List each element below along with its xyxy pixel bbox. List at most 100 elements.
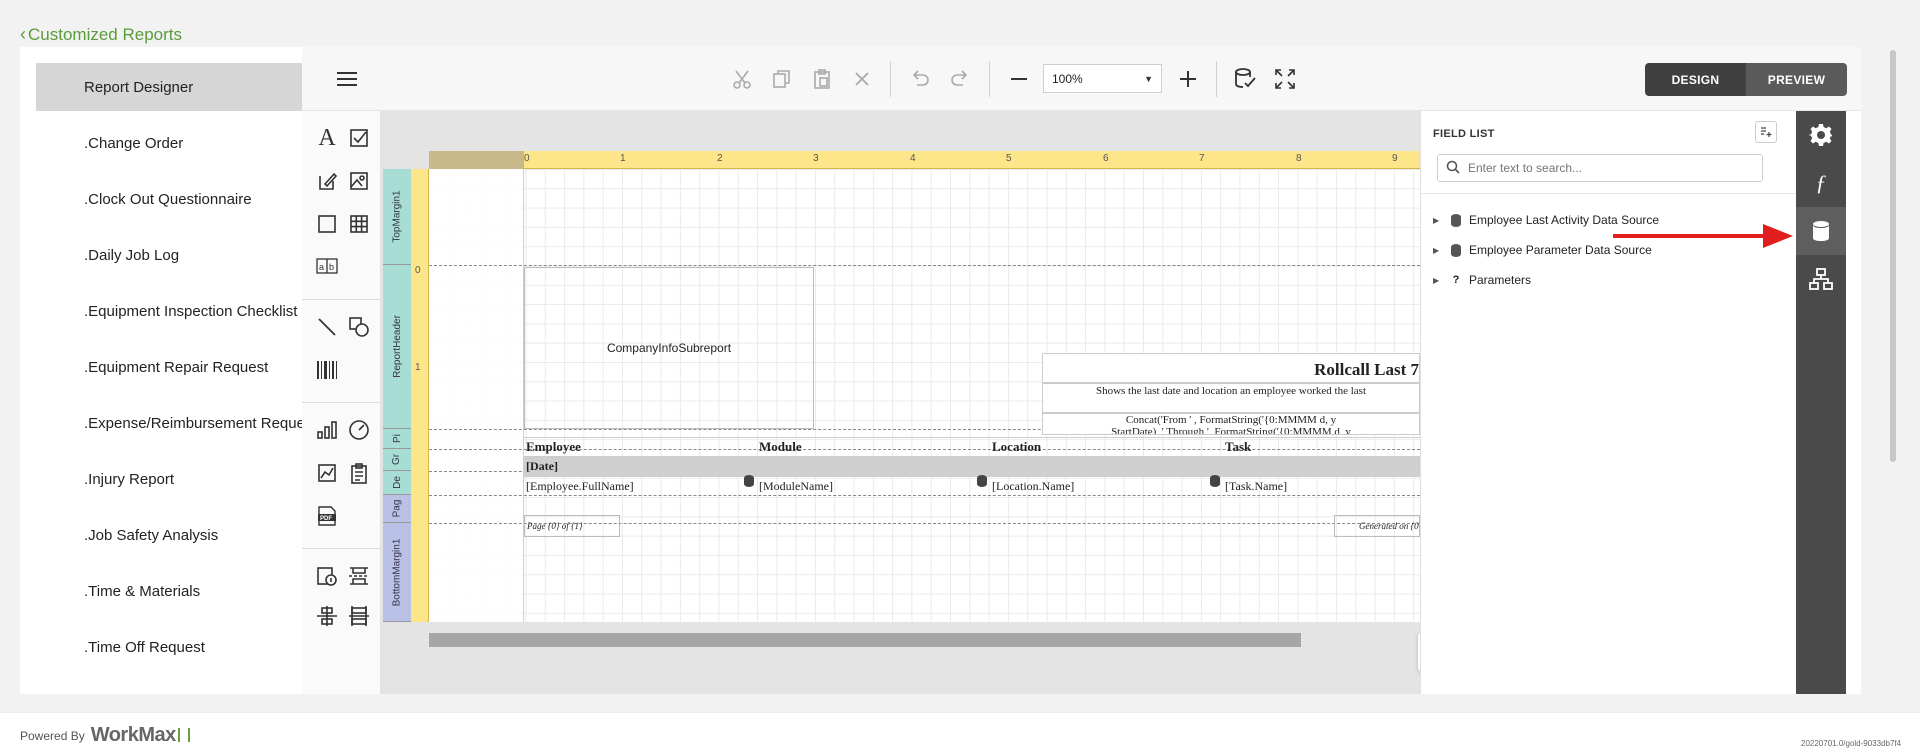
header-employee[interactable]: Employee [526, 439, 581, 455]
sidebar-item-equipment-inspection-checklist[interactable]: .Equipment Inspection Checklist [36, 287, 302, 335]
cut-icon[interactable] [728, 65, 756, 93]
ruler-tick-label: 5 [1006, 153, 1012, 164]
table-tool-icon[interactable] [344, 209, 374, 239]
page-info-label[interactable]: Page {0} of {1} [524, 515, 620, 537]
tree-node-parameters[interactable]: ▶ ? Parameters [1433, 273, 1531, 287]
redo-icon[interactable] [946, 65, 974, 93]
preview-mode-button[interactable]: PREVIEW [1746, 63, 1847, 96]
design-surface[interactable]: 0 1 2 3 4 5 6 7 8 9 TopMargin1 ReportHea… [381, 111, 1420, 694]
zoom-select[interactable]: 100% ▼ [1043, 64, 1162, 93]
sidebar-item-label: .Time Off Request [84, 638, 205, 656]
band-report-header[interactable]: ReportHeader [383, 265, 411, 429]
detail-task-field[interactable]: [Task.Name] [1225, 479, 1287, 494]
detail-location-field[interactable]: [Location.Name] [992, 479, 1074, 494]
band-detail[interactable]: De [383, 471, 411, 495]
sidebar-item-job-safety-analysis[interactable]: .Job Safety Analysis [36, 511, 302, 559]
add-data-source-icon[interactable] [1755, 121, 1777, 143]
sidebar-item-change-order[interactable]: .Change Order [36, 119, 302, 167]
page-scrollbar[interactable] [1890, 50, 1896, 462]
barcode-tool-icon[interactable] [312, 355, 342, 385]
undo-icon[interactable] [906, 65, 934, 93]
chart-tool-icon[interactable] [312, 415, 342, 445]
band-group-header[interactable]: Gr [383, 449, 411, 471]
report-description-label[interactable]: Shows the last date and location an empl… [1042, 383, 1420, 413]
page-break-tool-icon[interactable] [344, 561, 374, 591]
band-label-text: De [391, 476, 403, 489]
tree-node-label: Parameters [1469, 273, 1532, 287]
sidebar-item-time-off-request[interactable]: .Time Off Request [36, 623, 302, 671]
sidebar-item-expense-reimbursement-request[interactable]: .Expense/Reimbursement Request [36, 399, 302, 447]
back-link-label: Customized Reports [28, 24, 183, 44]
field-search-input[interactable] [1468, 161, 1748, 175]
function-icon[interactable]: ƒ [1796, 159, 1846, 207]
report-title-label[interactable]: Rollcall Last 7 [1042, 353, 1420, 383]
checkbox-tool-icon[interactable] [344, 123, 374, 153]
sidebar-item-report-designer[interactable]: Report Designer [36, 63, 302, 111]
binding-database-icon [1210, 475, 1220, 487]
sidebar-item-label: .Job Safety Analysis [84, 526, 219, 544]
red-arrow-annotation [1613, 224, 1793, 248]
cross-band-box-tool-icon[interactable] [344, 601, 374, 631]
expand-triangle-icon[interactable]: ▶ [1433, 276, 1443, 285]
expand-triangle-icon[interactable]: ▶ [1433, 216, 1443, 225]
line-tool-icon[interactable] [312, 312, 342, 342]
paste-icon[interactable] [808, 65, 836, 93]
header-module[interactable]: Module [759, 439, 802, 455]
back-to-customized-reports-link[interactable]: ‹ Customized Reports [20, 24, 182, 45]
rich-text-tool-icon[interactable] [312, 166, 342, 196]
band-page-header[interactable]: Pi [383, 429, 411, 449]
label-tool-icon[interactable]: A [312, 123, 342, 153]
validate-bindings-icon[interactable] [1231, 65, 1259, 93]
cross-band-line-tool-icon[interactable] [312, 601, 342, 631]
field-search-box[interactable] [1437, 154, 1763, 182]
toolbar-separator [1216, 61, 1217, 97]
delete-icon[interactable] [848, 65, 876, 93]
database-icon [1451, 243, 1461, 257]
zoom-in-icon[interactable] [1174, 65, 1202, 93]
gauge-tool-icon[interactable] [344, 415, 374, 445]
group-date-field[interactable]: [Date] [526, 459, 558, 474]
hierarchy-icon[interactable] [1796, 255, 1846, 303]
page-info-tool-icon[interactable] [312, 561, 342, 591]
generated-on-label[interactable]: Generated on {0 [1334, 515, 1420, 537]
sidebar-item-label: .Equipment Inspection Checklist [84, 302, 298, 320]
database-icon[interactable] [1796, 207, 1846, 255]
detail-module-field[interactable]: [ModuleName] [759, 479, 833, 494]
band-bottom-margin[interactable]: BottomMargin1 [383, 523, 411, 622]
report-page[interactable]: CompanyInfoSubreport Rollcall Last 7 Sho… [429, 169, 1420, 622]
horizontal-scrollbar[interactable] [429, 633, 1301, 647]
band-page-footer[interactable]: Pag [383, 495, 411, 523]
shape-tool-icon[interactable] [344, 312, 374, 342]
company-info-subreport[interactable]: CompanyInfoSubreport [524, 267, 814, 429]
field-list-panel: FIELD LIST ▶ Employee Last Activity Data… [1420, 111, 1797, 694]
header-task[interactable]: Task [1225, 439, 1251, 455]
detail-employee-field[interactable]: [Employee.FullName] [526, 479, 634, 494]
band-top-margin[interactable]: TopMargin1 [383, 169, 411, 265]
picture-tool-icon[interactable] [344, 166, 374, 196]
hamburger-menu-icon[interactable] [333, 65, 361, 93]
sidebar-item-equipment-repair-request[interactable]: .Equipment Repair Request [36, 343, 302, 391]
sidebar-item-daily-job-log[interactable]: .Daily Job Log [36, 231, 302, 279]
horizontal-ruler: 0 1 2 3 4 5 6 7 8 9 [429, 151, 1420, 169]
date-range-expression-label[interactable]: Concat('From ' , FormatString('{0:MMMM d… [1042, 413, 1420, 435]
binding-database-icon [744, 475, 754, 487]
properties-rail: ƒ [1796, 111, 1846, 694]
fullscreen-icon[interactable] [1271, 65, 1299, 93]
sidebar-item-clock-out-questionnaire[interactable]: .Clock Out Questionnaire [36, 175, 302, 223]
character-comb-tool-icon[interactable]: ab [312, 251, 342, 281]
sidebar-item-injury-report[interactable]: .Injury Report [36, 455, 302, 503]
pivot-grid-tool-icon[interactable] [344, 458, 374, 488]
zoom-out-icon[interactable] [1005, 65, 1033, 93]
design-mode-button[interactable]: DESIGN [1645, 63, 1746, 96]
powered-by-label: Powered By [20, 728, 85, 743]
ruler-tick-label: 6 [1103, 153, 1109, 164]
expand-triangle-icon[interactable]: ▶ [1433, 246, 1443, 255]
panel-tool-icon[interactable] [312, 209, 342, 239]
sparkline-tool-icon[interactable] [312, 458, 342, 488]
header-location[interactable]: Location [992, 439, 1041, 455]
copy-icon[interactable] [768, 65, 796, 93]
gear-icon[interactable] [1796, 111, 1846, 159]
toolbar-separator [989, 61, 990, 97]
pdf-content-tool-icon[interactable]: PDF [312, 501, 342, 531]
sidebar-item-time-materials[interactable]: .Time & Materials [36, 567, 302, 615]
